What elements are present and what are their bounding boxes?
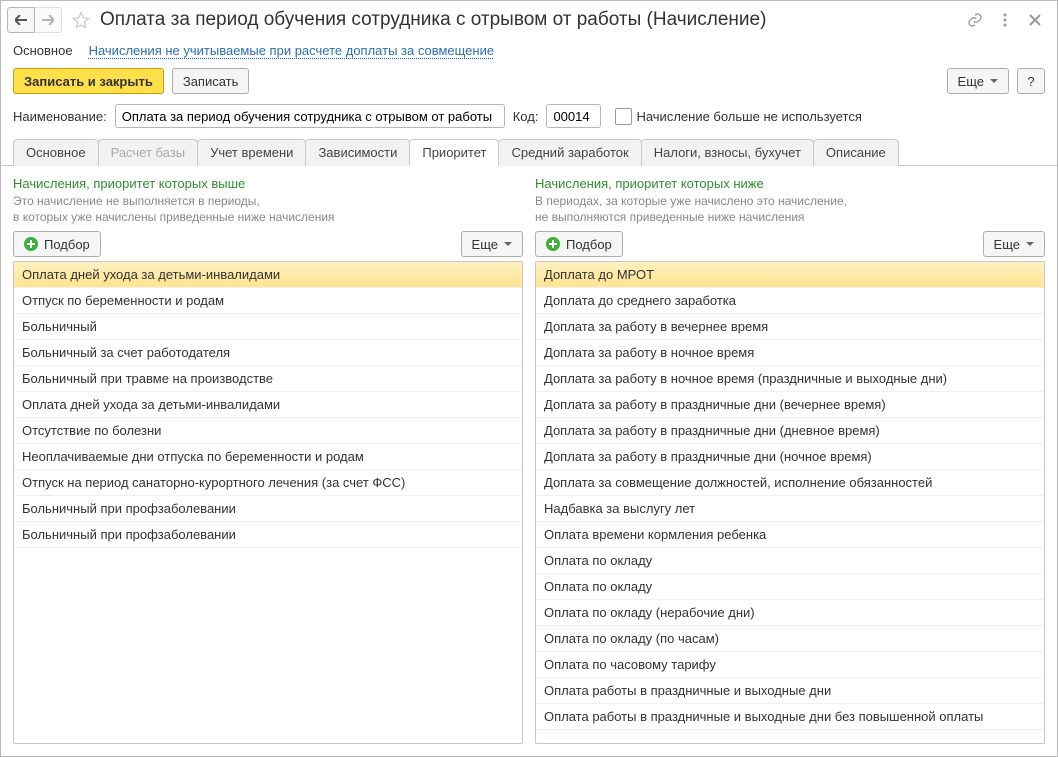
list-item[interactable]: Доплата за совмещение должностей, исполн… [536,470,1044,496]
list-item[interactable]: Оплата по окладу (по часам) [536,626,1044,652]
list-item[interactable]: Отпуск по беременности и родам [14,288,522,314]
list-item[interactable]: Доплата за работу в праздничные дни (веч… [536,392,1044,418]
tab-Описание[interactable]: Описание [813,139,899,166]
plus-icon [24,237,38,251]
list-item[interactable]: Больничный при профзаболевании [14,496,522,522]
left-pane-title: Начисления, приоритет которых выше [13,176,523,191]
close-icon[interactable] [1023,8,1047,32]
right-pane-desc: В периодах, за которые уже начислено это… [535,193,1045,225]
more-button[interactable]: Еще [947,68,1009,94]
plus-icon [546,237,560,251]
code-label: Код: [513,109,539,124]
tab-Учет времени[interactable]: Учет времени [197,139,306,166]
tab-Приоритет[interactable]: Приоритет [409,139,499,166]
list-item[interactable]: Оплата по окладу (нерабочие дни) [536,600,1044,626]
tab-Налоги, взносы, бухучет[interactable]: Налоги, взносы, бухучет [641,139,814,166]
tab-Основное[interactable]: Основное [13,139,99,166]
nav-back-button[interactable] [7,7,35,33]
list-item[interactable]: Оплата дней ухода за детьми-инвалидами [14,392,522,418]
list-item[interactable]: Надбавка за выслугу лет [536,496,1044,522]
list-item[interactable]: Оплата работы в праздничные и выходные д… [536,678,1044,704]
name-label: Наименование: [13,109,107,124]
list-item[interactable]: Оплата по часовому тарифу [536,652,1044,678]
right-list[interactable]: Доплата до МРОТДоплата до среднего зараб… [536,262,1044,743]
list-item[interactable]: Оплата работы в праздничные и выходные д… [536,704,1044,730]
name-input[interactable] [115,104,505,128]
secbar-main[interactable]: Основное [13,43,73,58]
unused-checkbox[interactable] [615,108,632,125]
save-button[interactable]: Записать [172,68,250,94]
right-pick-button[interactable]: Подбор [535,231,623,257]
unused-label: Начисление больше не используется [636,109,861,124]
save-close-button[interactable]: Записать и закрыть [13,68,164,94]
list-item[interactable]: Доплата до МРОТ [536,262,1044,288]
secbar-link[interactable]: Начисления не учитываемые при расчете до… [89,43,495,58]
list-item[interactable]: Неоплачиваемые дни отпуска по беременнос… [14,444,522,470]
list-item[interactable]: Доплата за работу в ночное время [536,340,1044,366]
list-item[interactable]: Доплата за работу в ночное время (праздн… [536,366,1044,392]
link-icon[interactable] [963,8,987,32]
favorite-star-icon[interactable] [70,11,92,29]
left-pick-button[interactable]: Подбор [13,231,101,257]
list-item[interactable]: Отсутствие по болезни [14,418,522,444]
list-item[interactable]: Доплата до среднего заработка [536,288,1044,314]
left-pane-desc: Это начисление не выполняется в периоды,… [13,193,523,225]
right-more-button[interactable]: Еще [983,231,1045,257]
nav-forward-button[interactable] [35,7,62,33]
left-list[interactable]: Оплата дней ухода за детьми-инвалидамиОт… [14,262,522,743]
menu-kebab-icon[interactable] [993,8,1017,32]
list-item[interactable]: Больничный при травме на производстве [14,366,522,392]
list-item[interactable]: Оплата по окладу [536,548,1044,574]
help-button[interactable]: ? [1017,68,1045,94]
list-item[interactable]: Оплата времени кормления ребенка [536,522,1044,548]
list-item[interactable]: Больничный за счет работодателя [14,340,522,366]
tab-Зависимости[interactable]: Зависимости [305,139,410,166]
list-item[interactable]: Больничный [14,314,522,340]
list-item[interactable]: Доплата за работу в праздничные дни (дне… [536,418,1044,444]
list-item[interactable]: Доплата за работу в праздничные дни (ноч… [536,444,1044,470]
tab-Расчет базы: Расчет базы [98,139,199,166]
list-item[interactable]: Доплата за работу в вечернее время [536,314,1044,340]
left-more-button[interactable]: Еще [461,231,523,257]
tab-Средний заработок[interactable]: Средний заработок [498,139,641,166]
right-pane-title: Начисления, приоритет которых ниже [535,176,1045,191]
list-item[interactable]: Оплата дней ухода за детьми-инвалидами [14,262,522,288]
window-title: Оплата за период обучения сотрудника с о… [100,9,957,31]
list-item[interactable]: Оплата по окладу [536,574,1044,600]
list-item[interactable]: Больничный при профзаболевании [14,522,522,548]
list-item[interactable]: Отпуск на период санаторно-курортного ле… [14,470,522,496]
code-input[interactable] [546,104,601,128]
